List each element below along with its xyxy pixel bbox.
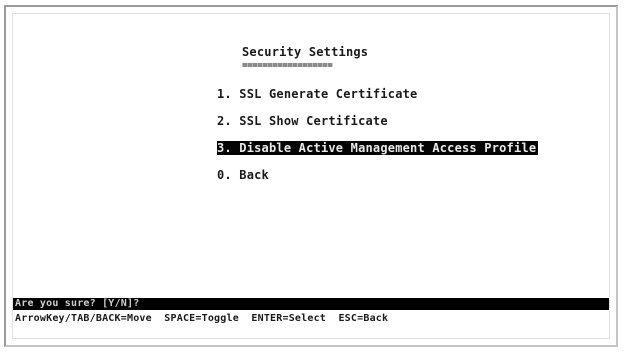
screen-title: Security Settings	[242, 45, 369, 59]
menu-item-disable-active-management-access-profile[interactable]: 3. Disable Active Management Access Prof…	[217, 141, 539, 155]
menu-item-ssl-generate-certificate[interactable]: 1. SSL Generate Certificate	[217, 87, 417, 101]
title-underline: ==================	[242, 61, 333, 71]
key-help-line: ArrowKey/TAB/BACK=Move SPACE=Toggle ENTE…	[15, 313, 389, 324]
terminal-window: Security Settings ================== 1. …	[4, 5, 618, 347]
terminal-screen: Security Settings ================== 1. …	[12, 13, 610, 339]
confirm-prompt-bar[interactable]: Are you sure? [Y/N]?	[13, 298, 609, 310]
menu-item-ssl-show-certificate[interactable]: 2. SSL Show Certificate	[217, 114, 388, 128]
menu-item-back[interactable]: 0. Back	[217, 168, 269, 182]
